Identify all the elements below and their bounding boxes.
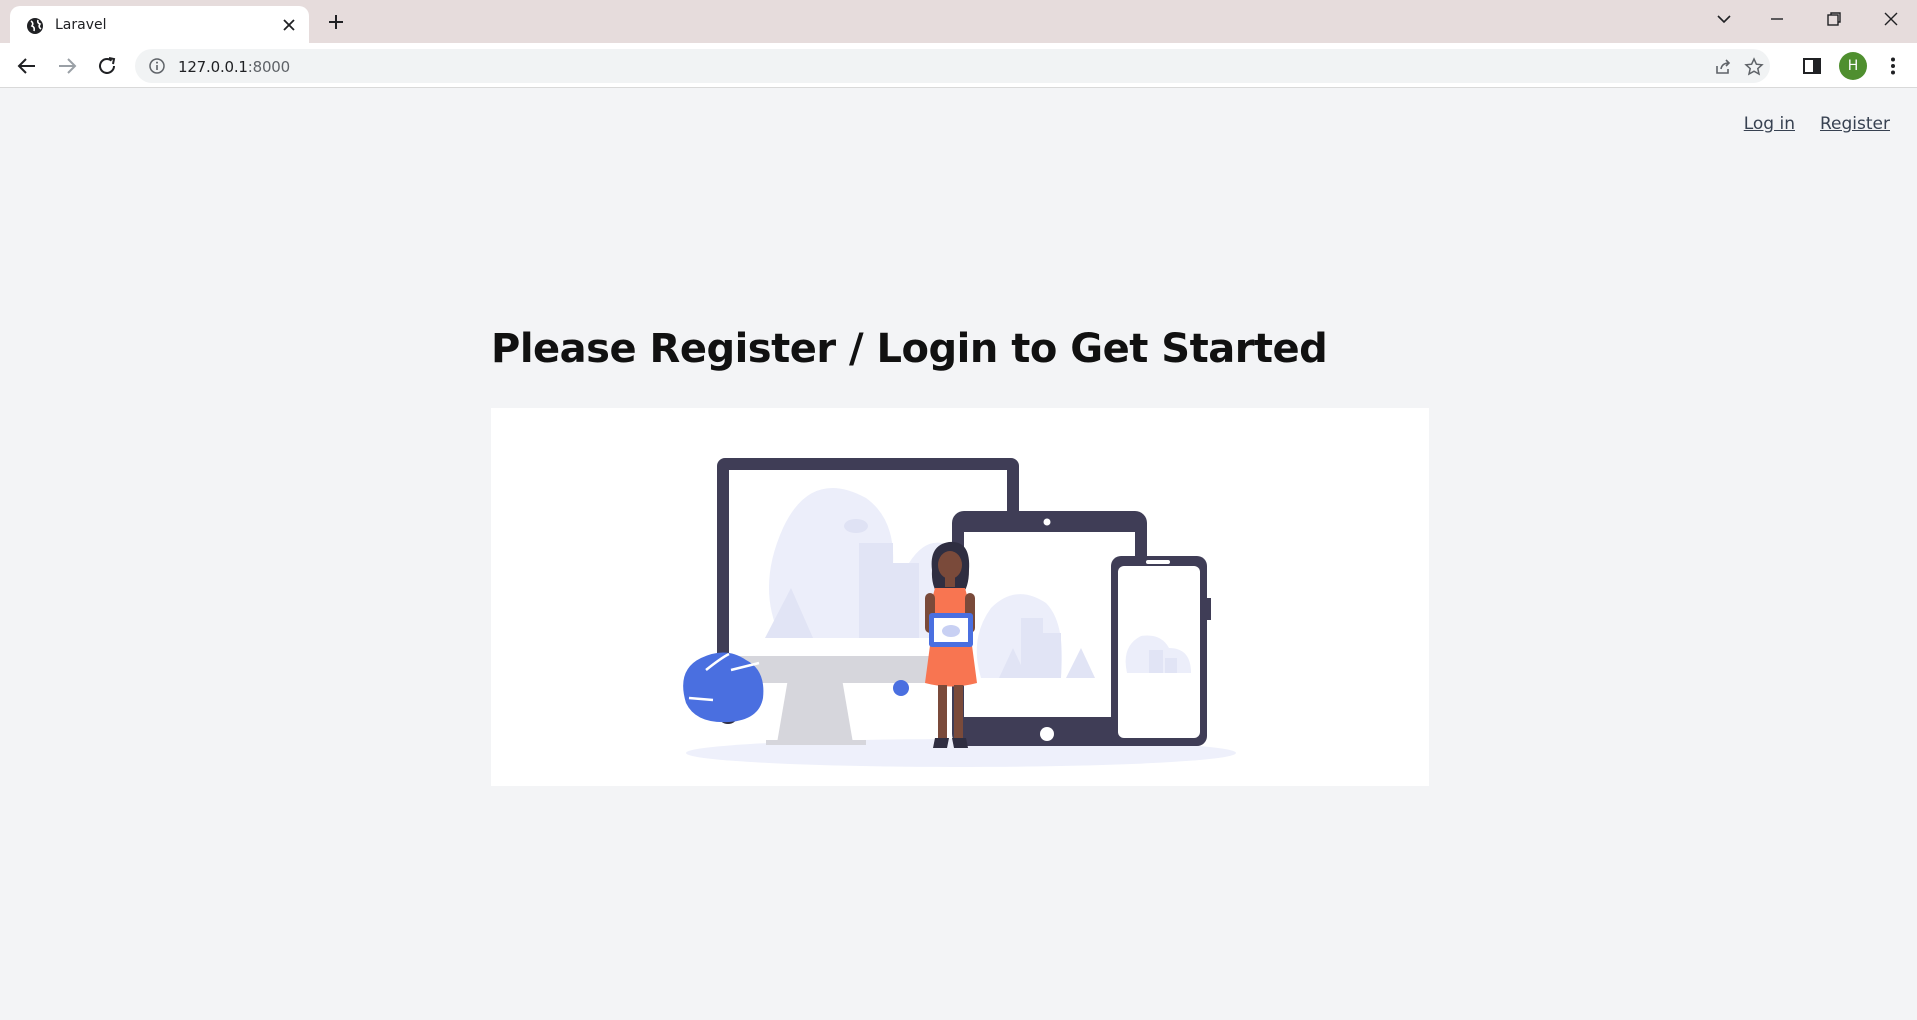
register-link[interactable]: Register	[1820, 114, 1890, 134]
url-port: :8000	[247, 58, 290, 76]
site-info-icon[interactable]	[149, 58, 165, 74]
devices-illustration	[683, 458, 1236, 767]
browser-tab[interactable]: Laravel	[10, 6, 309, 43]
restore-icon[interactable]	[1823, 8, 1845, 30]
globe-icon	[27, 18, 43, 34]
new-tab-icon[interactable]	[326, 12, 346, 32]
page-content: Log in Register Please Register / Login …	[0, 89, 1917, 1020]
forward-arrow-icon[interactable]	[55, 54, 79, 78]
url-host: 127.0.0.1	[178, 58, 248, 76]
window-close-icon[interactable]	[1880, 8, 1902, 30]
address-bar[interactable]: 127.0.0.1:8000	[135, 49, 1770, 83]
kebab-menu-icon[interactable]	[1882, 55, 1904, 77]
profile-avatar[interactable]: H	[1839, 52, 1867, 80]
bookmark-star-icon[interactable]	[1744, 57, 1764, 77]
back-arrow-icon[interactable]	[15, 54, 39, 78]
tab-strip: Laravel	[0, 0, 1917, 43]
browser-toolbar: 127.0.0.1:8000 H	[0, 43, 1917, 88]
minimize-icon[interactable]	[1766, 8, 1788, 30]
close-icon[interactable]	[282, 18, 296, 32]
url-text: 127.0.0.1:8000	[178, 58, 290, 76]
share-icon[interactable]	[1713, 57, 1733, 77]
reload-icon[interactable]	[95, 54, 119, 78]
chevron-down-icon[interactable]	[1713, 8, 1735, 30]
auth-nav: Log in Register	[1744, 114, 1890, 134]
tab-title: Laravel	[55, 17, 107, 33]
page-title: Please Register / Login to Get Started	[491, 326, 1328, 372]
hero-card	[491, 408, 1429, 786]
login-link[interactable]: Log in	[1744, 114, 1795, 134]
side-panel-icon[interactable]	[1801, 55, 1823, 77]
